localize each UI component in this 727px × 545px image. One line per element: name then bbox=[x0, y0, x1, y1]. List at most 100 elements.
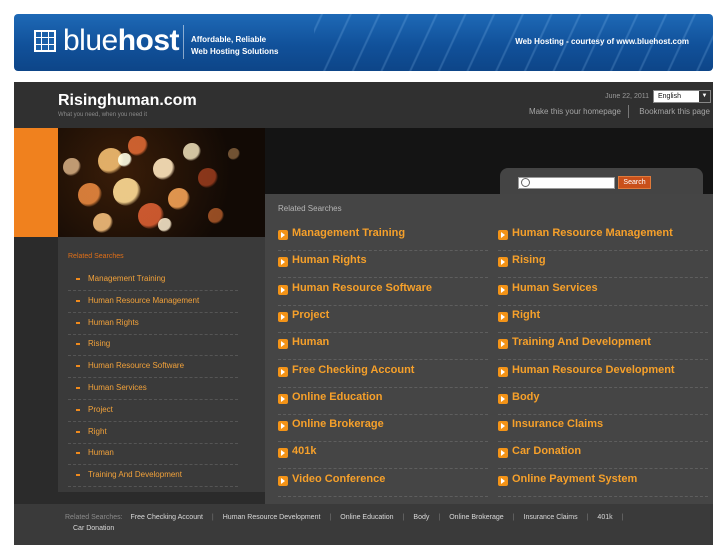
footer-separator: | bbox=[329, 514, 332, 521]
right-related-item[interactable]: Online Brokerage bbox=[278, 415, 488, 443]
right-related-item[interactable]: Human Resource Development bbox=[498, 361, 708, 388]
right-related-item-label: Human Resource Management bbox=[512, 227, 673, 239]
date-label: June 22, 2011 bbox=[605, 93, 649, 100]
footer-separator: | bbox=[211, 514, 214, 521]
footer-related-link[interactable]: Human Resource Development bbox=[223, 514, 321, 521]
right-related-item[interactable]: Management Training bbox=[278, 224, 488, 251]
right-related-item-label: Online Brokerage bbox=[292, 418, 384, 431]
footer-separator: | bbox=[402, 514, 405, 521]
right-related-item[interactable]: Online Payment System bbox=[498, 470, 708, 497]
left-related-item[interactable]: Right bbox=[68, 423, 238, 444]
left-related-item[interactable]: Training And Development bbox=[68, 466, 238, 488]
footer-separator: | bbox=[512, 514, 515, 521]
footer-related-link[interactable]: 401k bbox=[597, 514, 612, 521]
header-separator bbox=[628, 105, 629, 118]
bokeh-light bbox=[128, 136, 148, 156]
footer-related-link[interactable]: Car Donation bbox=[73, 525, 114, 532]
bullet-dash-icon bbox=[76, 452, 80, 455]
language-select[interactable]: English ▼ bbox=[653, 90, 711, 103]
bokeh-light bbox=[153, 158, 175, 180]
right-related-item[interactable]: Online Education bbox=[278, 388, 488, 415]
right-related-item[interactable]: Video Conference bbox=[278, 470, 488, 497]
right-related-item-label: Human Services bbox=[512, 281, 598, 294]
right-related-item-label: Right bbox=[512, 308, 541, 321]
right-related-item-label: Insurance Claims bbox=[512, 418, 604, 431]
footer-related-link[interactable]: Free Checking Account bbox=[131, 514, 203, 521]
arrow-right-icon bbox=[278, 393, 288, 404]
site-header: Risinghuman.com What you need, when you … bbox=[14, 82, 713, 128]
right-related-item[interactable]: Insurance Claims bbox=[498, 415, 708, 443]
footer-related-link[interactable]: Online Education bbox=[340, 514, 393, 521]
left-related-item[interactable]: Human bbox=[68, 444, 238, 466]
footer-related-link[interactable]: Body bbox=[413, 514, 429, 521]
right-related-item[interactable]: Right bbox=[498, 306, 708, 333]
bullet-dash-icon bbox=[76, 430, 80, 433]
bokeh-light bbox=[198, 168, 218, 188]
footer-related-link[interactable]: Online Brokerage bbox=[449, 514, 503, 521]
left-related-item[interactable]: Project bbox=[68, 401, 238, 422]
right-related-item[interactable]: Project bbox=[278, 306, 488, 333]
right-related-item[interactable]: Human bbox=[278, 333, 488, 361]
right-related-item[interactable]: Human Services bbox=[498, 279, 708, 306]
right-related-item[interactable]: Human Resource Software bbox=[278, 279, 488, 306]
footer-related-link[interactable]: Insurance Claims bbox=[524, 514, 578, 521]
arrow-right-icon bbox=[498, 339, 508, 350]
bullet-dash-icon bbox=[76, 321, 80, 324]
arrow-right-icon bbox=[278, 311, 288, 322]
chevron-down-icon: ▼ bbox=[699, 91, 710, 102]
site-subtitle: What you need, when you need it bbox=[58, 112, 148, 118]
right-related-item-label: Rising bbox=[512, 254, 546, 267]
arrow-right-icon bbox=[278, 448, 288, 459]
left-related-item[interactable]: Human Resource Management bbox=[68, 292, 238, 313]
left-related-item[interactable]: Human Rights bbox=[68, 314, 238, 335]
footer-heading: Related Searches: bbox=[65, 514, 123, 521]
courtesy-link[interactable]: Web Hosting - courtesy of www.bluehost.c… bbox=[515, 37, 689, 46]
right-related-item[interactable]: Body bbox=[498, 388, 708, 415]
left-related-item[interactable]: Human Services bbox=[68, 379, 238, 400]
search-input[interactable] bbox=[518, 177, 615, 189]
left-related-item[interactable]: Management Training bbox=[68, 270, 238, 291]
footer-separator: | bbox=[621, 514, 624, 521]
search-button[interactable]: Search bbox=[618, 176, 651, 189]
bluehost-grid-icon bbox=[34, 30, 56, 52]
left-related-item[interactable]: Human Resource Software bbox=[68, 357, 238, 379]
arrow-right-icon bbox=[498, 448, 508, 459]
bullet-dash-icon bbox=[76, 343, 80, 346]
right-related-item[interactable]: 401k bbox=[278, 442, 488, 470]
right-related-heading: Related Searches bbox=[278, 204, 342, 213]
right-related-item-label: Body bbox=[512, 390, 540, 403]
left-related-item[interactable]: Rising bbox=[68, 335, 238, 357]
arrow-right-icon bbox=[498, 230, 508, 240]
bokeh-light bbox=[118, 153, 132, 167]
right-related-item[interactable]: Car Donation bbox=[498, 442, 708, 470]
bookmark-link[interactable]: Bookmark this page bbox=[639, 107, 710, 116]
right-related-item[interactable]: Free Checking Account bbox=[278, 361, 488, 388]
hero-bokeh-image bbox=[58, 128, 265, 237]
right-related-item-label: Project bbox=[292, 308, 330, 321]
bluehost-logo[interactable]: bluehost bbox=[63, 24, 180, 58]
make-homepage-link[interactable]: Make this your homepage bbox=[529, 107, 621, 116]
bluehost-banner[interactable]: bluehost Affordable, Reliable Web Hostin… bbox=[14, 14, 713, 71]
bokeh-light bbox=[168, 188, 190, 210]
arrow-right-icon bbox=[278, 366, 288, 377]
right-related-item[interactable]: Human Resource Management bbox=[498, 224, 708, 251]
left-related-item-label: Human Services bbox=[88, 383, 147, 392]
arrow-right-icon bbox=[498, 366, 508, 377]
right-related-item[interactable]: Training And Development bbox=[498, 333, 708, 361]
arrow-right-icon bbox=[278, 475, 288, 486]
left-related-item-label: Right bbox=[88, 426, 107, 436]
banner-divider bbox=[183, 25, 184, 59]
left-related-item-label: Human Resource Software bbox=[88, 361, 185, 371]
site-title[interactable]: Risinghuman.com bbox=[58, 92, 197, 110]
arrow-right-icon bbox=[278, 230, 288, 240]
right-related-item[interactable]: Human Rights bbox=[278, 251, 488, 279]
left-related-item-label: Project bbox=[88, 404, 113, 414]
bullet-dash-icon bbox=[76, 408, 80, 411]
arrow-right-icon bbox=[498, 284, 508, 295]
right-related-item-label: Human Resource Software bbox=[292, 281, 432, 294]
bullet-dash-icon bbox=[76, 474, 80, 477]
right-related-item-label: Human Resource Development bbox=[512, 363, 675, 376]
footer-related-links: Related Searches: Free Checking Account |… bbox=[65, 514, 632, 521]
right-related-item[interactable]: Rising bbox=[498, 251, 708, 279]
arrow-right-icon bbox=[278, 339, 288, 350]
